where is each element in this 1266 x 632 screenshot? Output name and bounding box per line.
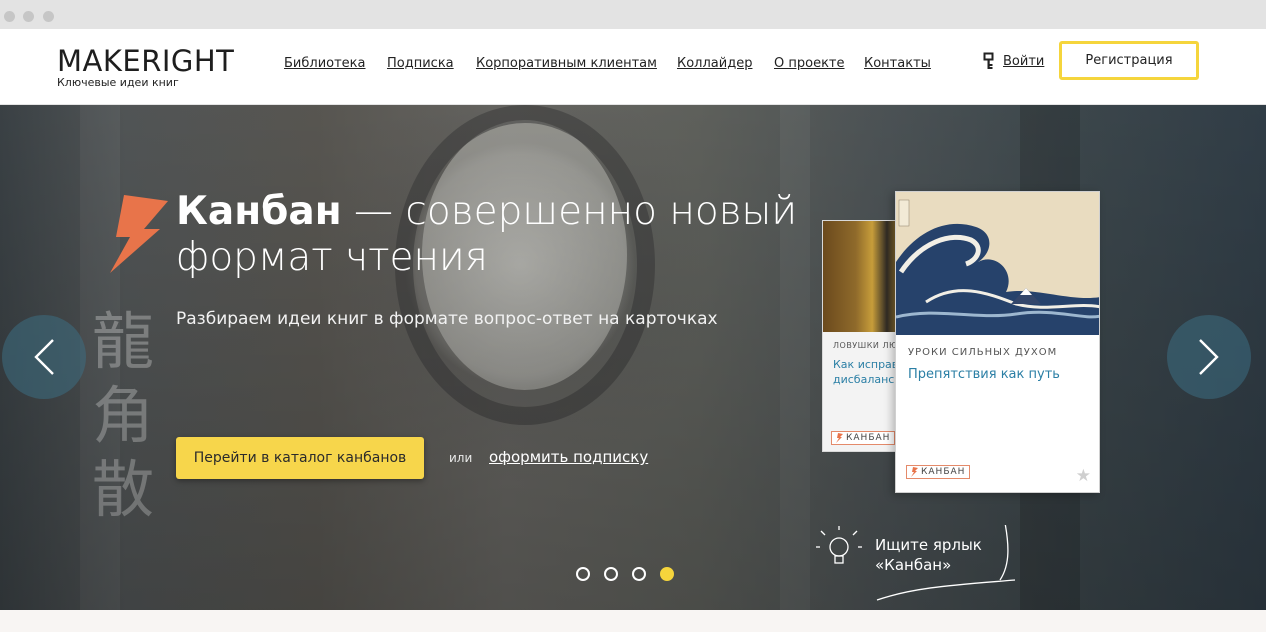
hero-title-bold: Канбан xyxy=(176,189,342,234)
page: MAKERIGHT Ключевые идеи книг Библиотека … xyxy=(0,0,1266,632)
slide-dot-4[interactable] xyxy=(660,567,674,581)
chevron-left-icon xyxy=(34,339,54,375)
book-cover-image xyxy=(823,221,905,332)
kanban-hint: Ищите ярлык «Канбан» xyxy=(875,535,982,575)
slide-dot-3[interactable] xyxy=(632,567,646,581)
badge-label: КАНБАН xyxy=(846,433,891,443)
badge-label: КАНБАН xyxy=(921,467,966,477)
nav-item-library[interactable]: Библиотека xyxy=(284,56,366,71)
hero-title: Канбан — совершенно новый формат чтения xyxy=(176,189,816,281)
site-header: MAKERIGHT Ключевые идеи книг Библиотека … xyxy=(0,29,1266,105)
star-icon[interactable]: ★ xyxy=(1076,468,1091,485)
prev-slide-button[interactable] xyxy=(2,315,86,399)
nav-item-about[interactable]: О проекте xyxy=(774,56,845,71)
card-category: УРОКИ СИЛЬНЫХ ДУХОМ xyxy=(908,347,1058,358)
login-label: Войти xyxy=(1003,53,1045,69)
subscribe-link[interactable]: оформить подписку xyxy=(489,448,648,466)
or-label: или xyxy=(449,451,473,465)
hero-subtitle: Разбираем идеи книг в формате вопрос-отв… xyxy=(176,309,718,329)
slider-pagination xyxy=(576,567,688,581)
nav-item-corporate[interactable]: Корпоративным клиентам xyxy=(476,56,657,71)
nav-item-collider[interactable]: Коллайдер xyxy=(677,56,752,71)
kanban-badge: КАНБАН xyxy=(831,431,896,445)
great-wave-image xyxy=(896,192,1099,335)
window-minimize-dot[interactable] xyxy=(23,11,34,22)
logo[interactable]: MAKERIGHT Ключевые идеи книг xyxy=(57,46,234,89)
chevron-right-icon xyxy=(1199,339,1219,375)
catalog-button[interactable]: Перейти в каталог канбанов xyxy=(176,437,424,479)
nav-item-subscription[interactable]: Подписка xyxy=(387,56,454,71)
kanban-badge: КАНБАН xyxy=(906,465,971,479)
page-bottom-strip xyxy=(0,610,1266,632)
window-close-dot[interactable] xyxy=(4,11,15,22)
card-category: ЛОВУШКИ ЛЮБ xyxy=(833,341,905,350)
slide-dot-1[interactable] xyxy=(576,567,590,581)
hint-line1: Ищите ярлык xyxy=(875,536,982,554)
slide-dot-2[interactable] xyxy=(604,567,618,581)
login-link[interactable]: Войти xyxy=(983,52,1044,70)
kanban-card-back[interactable]: ЛОВУШКИ ЛЮБ Как исправи дисбаланс в КАНБ… xyxy=(822,220,906,452)
lightning-icon xyxy=(911,467,918,477)
lightning-icon xyxy=(110,195,168,273)
key-icon xyxy=(983,52,994,69)
nav-item-contacts[interactable]: Контакты xyxy=(864,56,931,71)
hero-slider: 龍角散 Канбан — совершенно новый формат чте… xyxy=(0,105,1266,610)
lightbulb-icon xyxy=(816,526,862,564)
window-zoom-dot[interactable] xyxy=(43,11,54,22)
register-button[interactable]: Регистрация xyxy=(1059,41,1199,80)
kanban-card-front[interactable]: УРОКИ СИЛЬНЫХ ДУХОМ Препятствия как путь… xyxy=(895,191,1100,493)
browser-chrome xyxy=(0,0,1266,29)
lightning-icon xyxy=(836,433,843,443)
card-title: Препятствия как путь xyxy=(908,367,1060,382)
hint-line2: «Канбан» xyxy=(875,556,952,574)
logo-title: MAKERIGHT xyxy=(57,44,235,78)
next-slide-button[interactable] xyxy=(1167,315,1251,399)
card-title-line2: дисбаланс в xyxy=(833,373,905,386)
